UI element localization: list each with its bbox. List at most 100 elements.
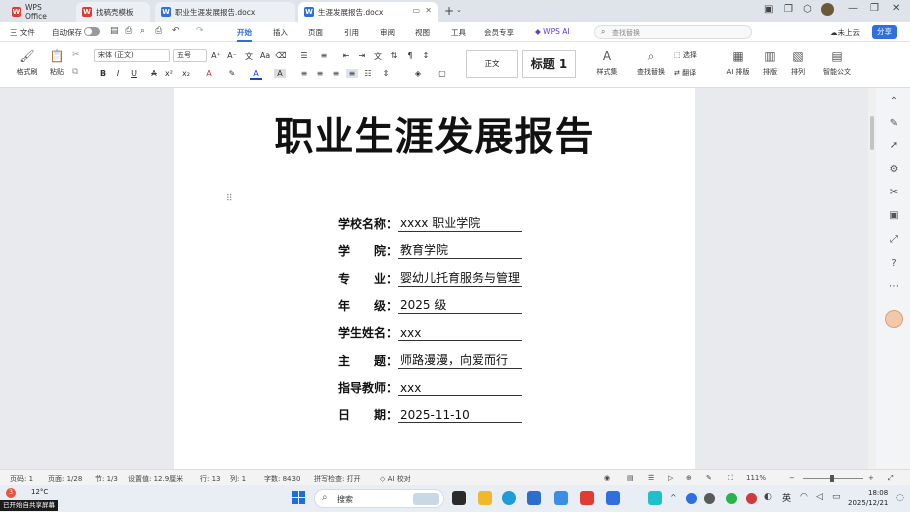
cover-field-value[interactable]: xxx	[398, 326, 522, 342]
tab-member[interactable]: 会员专享	[484, 27, 514, 38]
tray-app-icon[interactable]	[686, 493, 697, 504]
undo-icon[interactable]: ↶	[172, 26, 180, 36]
underline-icon[interactable]: U	[128, 69, 140, 78]
tray-app2-icon[interactable]	[704, 493, 715, 504]
wps-taskbar-icon[interactable]	[580, 491, 594, 505]
page-count[interactable]: 页面: 1/28	[48, 474, 82, 484]
clock-date[interactable]: 2025/12/21	[848, 499, 888, 507]
cover-field-value[interactable]: xxxx 职业学院	[398, 214, 522, 232]
cover-field-value[interactable]: 师路漫漫，向爱而行	[398, 351, 522, 369]
justify-icon[interactable]: ≡	[346, 69, 358, 78]
drag-handle-icon[interactable]: ⠿	[226, 194, 233, 204]
weather-icon[interactable]: 3	[6, 488, 16, 498]
char-shading-icon[interactable]: A	[274, 69, 286, 78]
share-icon[interactable]: ⤢	[888, 234, 900, 245]
wifi-icon[interactable]: ◠	[800, 492, 808, 502]
font-color-icon[interactable]: A	[250, 69, 262, 80]
find-replace-button[interactable]: ⌕ 查找替换	[633, 48, 669, 77]
distribute-icon[interactable]: ☷	[362, 69, 374, 78]
zoom-in-icon[interactable]: +	[868, 474, 874, 482]
chinese-layout-icon[interactable]: 文	[372, 51, 384, 62]
decrease-indent-icon[interactable]: ⇤	[340, 51, 352, 60]
clock-time[interactable]: 18:08	[868, 489, 888, 497]
style-heading1[interactable]: 标题 1	[522, 50, 576, 78]
app3-icon[interactable]	[648, 491, 662, 505]
spacing-icon[interactable]: ⇕	[380, 69, 392, 78]
scroll-thumb[interactable]	[870, 116, 874, 150]
clear-format-icon[interactable]: ⌫	[275, 51, 287, 60]
tab-view[interactable]: 视图	[415, 27, 430, 38]
image-icon[interactable]: ▣	[888, 210, 900, 221]
word-count[interactable]: 字数: 8430	[264, 474, 300, 484]
task-view-icon[interactable]	[452, 491, 466, 505]
eye-icon[interactable]: ◉	[604, 474, 610, 482]
text-effect-icon[interactable]: A	[203, 69, 215, 78]
tab-reference[interactable]: 引用	[344, 27, 359, 38]
tab-home[interactable]: 开始	[237, 27, 252, 42]
bullet-list-icon[interactable]: ☰	[298, 51, 310, 60]
file-explorer-icon[interactable]	[478, 491, 492, 505]
assistant-avatar[interactable]	[885, 310, 903, 328]
layout-icon[interactable]: ▣	[764, 4, 773, 15]
search-box[interactable]: ⌕ 查找替换	[594, 25, 752, 39]
style-normal[interactable]: 正文	[466, 50, 518, 78]
store-icon[interactable]	[527, 491, 541, 505]
tab-wps-office[interactable]: W WPS Office	[6, 2, 68, 22]
edge-icon[interactable]	[502, 491, 516, 505]
translate-button[interactable]: ⇄ 翻译	[674, 68, 714, 78]
notification-icon[interactable]: ◌	[896, 493, 904, 503]
wps-ai-button[interactable]: ◆ WPS AI	[535, 27, 570, 36]
restore-icon[interactable]: ❐	[784, 4, 793, 15]
shading-icon[interactable]: ◈	[412, 69, 424, 78]
show-marks-icon[interactable]: ¶	[404, 51, 416, 60]
print-preview-icon[interactable]: ⌕	[140, 26, 145, 36]
page-view-icon[interactable]: ▤	[627, 474, 634, 482]
increase-indent-icon[interactable]: ⇥	[356, 51, 368, 60]
align-right-icon[interactable]: ≡	[330, 69, 342, 78]
layout-button[interactable]: ▥ 排版	[758, 48, 782, 77]
more-icon[interactable]: ⋯	[888, 281, 900, 292]
battery-icon[interactable]: ▭	[832, 492, 841, 502]
tab-development-report[interactable]: W 生涯发展报告.docx ▭ ✕	[298, 2, 438, 22]
app-icon[interactable]	[554, 491, 568, 505]
new-tab-icon[interactable]: +	[444, 4, 454, 18]
maximize-icon[interactable]: ❐	[870, 3, 879, 14]
cover-field-value[interactable]: 教育学院	[398, 241, 522, 260]
vertical-scrollbar[interactable]	[868, 88, 876, 469]
paste-button[interactable]: 📋 粘贴	[44, 48, 70, 77]
line-spacing-icon[interactable]: ↕	[420, 51, 432, 60]
smart-doc-button[interactable]: ▤ 智能公文	[820, 48, 854, 77]
fit-icon[interactable]: ⛶	[728, 474, 733, 483]
font-family-select[interactable]: 宋体 (正文)	[94, 49, 170, 62]
cover-field-value[interactable]: 2025 级	[398, 296, 522, 314]
cover-field-value[interactable]: xxx	[398, 381, 522, 396]
save-icon[interactable]: ▤	[110, 26, 119, 36]
tab-page[interactable]: 页面	[308, 27, 323, 38]
app2-icon[interactable]	[606, 491, 620, 505]
tray-chevron-icon[interactable]: ^	[670, 493, 677, 502]
pen-icon[interactable]: ✎	[888, 118, 900, 129]
select-button[interactable]: ⬚ 选择	[674, 50, 714, 60]
window-icon[interactable]: ▭	[412, 6, 420, 15]
change-case-icon[interactable]: Aa	[259, 51, 271, 60]
shrink-font-icon[interactable]: A⁻	[226, 51, 238, 60]
styles-set-button[interactable]: A 样式集	[590, 48, 624, 77]
print-icon[interactable]: ⎙	[155, 26, 162, 36]
strikethrough-icon[interactable]: A	[148, 69, 160, 78]
volume-icon[interactable]: ◁	[816, 492, 823, 502]
ai-proofread[interactable]: ◇ AI 校对	[380, 474, 411, 484]
cloud-status[interactable]: ☁未上云	[830, 27, 860, 38]
grow-font-icon[interactable]: A⁺	[210, 51, 222, 60]
bold-icon[interactable]: B	[97, 69, 109, 78]
font-size-select[interactable]: 五号	[173, 49, 207, 62]
cover-field-value[interactable]: 2025-11-10	[398, 408, 522, 424]
annotate-icon[interactable]: ✎	[706, 474, 712, 482]
taskbar-search[interactable]: ⌕ 搜索	[314, 489, 444, 508]
tray-app4-icon[interactable]	[746, 493, 757, 504]
tray-app3-icon[interactable]	[726, 493, 737, 504]
help-icon[interactable]: ?	[888, 258, 900, 269]
spell-check[interactable]: 拼写检查: 打开	[314, 474, 361, 484]
input-language[interactable]: 英	[782, 491, 791, 504]
ai-layout-button[interactable]: ▦ AI 排版	[722, 48, 754, 77]
adjust-icon[interactable]: ⚙	[888, 164, 900, 175]
